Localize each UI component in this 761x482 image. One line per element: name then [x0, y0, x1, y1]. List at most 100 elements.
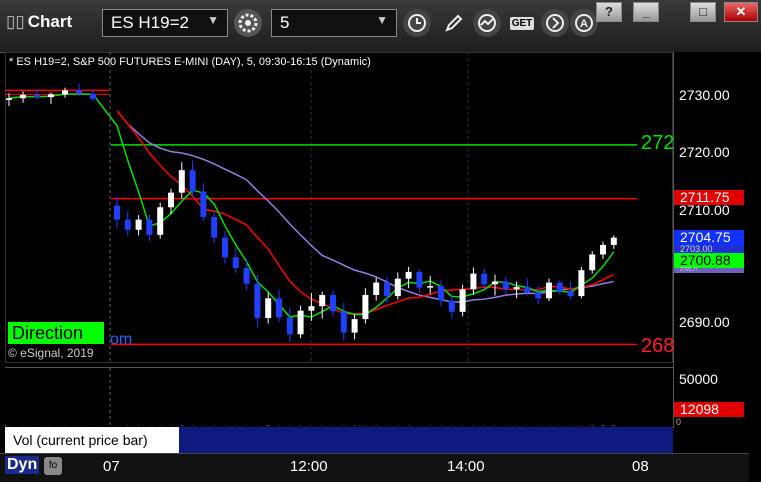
window-title: Chart	[27, 12, 73, 31]
candle-body	[76, 90, 82, 94]
candle-body	[384, 282, 390, 297]
candle-body	[373, 282, 380, 295]
red-ma-line	[116, 110, 615, 315]
candle-body	[448, 300, 455, 312]
candle-body	[513, 287, 520, 290]
candle-body	[481, 273, 488, 285]
candle-body	[340, 311, 347, 333]
candle-body	[427, 285, 434, 288]
copyright: © eSignal, 2019	[8, 346, 94, 360]
volume-zero-tick: 0	[676, 417, 682, 427]
candle-body	[232, 257, 239, 268]
candle-body	[124, 219, 131, 230]
price-chart[interactable]	[5, 52, 673, 363]
last-price-tag: 2704.75	[674, 230, 744, 245]
purple-ma-line	[116, 110, 614, 303]
interval-value: 5	[280, 13, 290, 32]
lock-icon[interactable]: fo	[44, 457, 62, 475]
candle-body	[459, 289, 466, 312]
get-icon[interactable]: GET	[507, 9, 537, 37]
candle-body	[243, 267, 250, 284]
candle-body	[394, 278, 401, 297]
candle-body	[178, 170, 185, 193]
candle-body	[438, 285, 444, 301]
green-ma-tag: 2700.88	[674, 253, 744, 268]
candle-body	[362, 294, 369, 320]
chevron-down-icon: ▼	[376, 13, 388, 27]
volume-current-tag: 12098	[674, 402, 744, 417]
candle-body	[330, 294, 336, 312]
maximize-button[interactable]: □	[690, 2, 716, 22]
right-edge	[749, 52, 761, 481]
app-title: ▯▯ Chart	[6, 12, 72, 32]
candle-body	[535, 292, 542, 299]
volume-label: Vol (current price bar)	[5, 427, 179, 453]
candle-body	[546, 282, 552, 299]
candle-body	[265, 298, 272, 318]
candle-body	[222, 237, 228, 258]
candle-body	[600, 244, 606, 255]
candle-body	[211, 216, 218, 238]
candle-body	[405, 271, 412, 279]
volume-panel[interactable]	[5, 367, 673, 428]
red-level-label: 268	[641, 335, 675, 357]
symbol-combo[interactable]: ES H19=2 ▼	[102, 9, 228, 37]
volume-plot	[5, 368, 615, 428]
y-tick: 2730.00	[679, 87, 730, 103]
candle-body	[286, 317, 293, 335]
volume-close-icon[interactable]: x	[171, 426, 178, 441]
green-level-label: 272	[641, 132, 675, 154]
y-tick: 2690.00	[679, 314, 730, 330]
direction-label[interactable]: Direction	[8, 322, 104, 344]
link-icon[interactable]	[541, 9, 569, 37]
study-icon[interactable]	[473, 9, 501, 37]
candle-body	[610, 237, 617, 245]
candle-body	[276, 298, 282, 318]
candle-body	[492, 281, 498, 285]
candle-body	[48, 94, 54, 98]
x-tick: 07	[103, 458, 120, 475]
candle-body	[254, 283, 261, 318]
alert-icon[interactable]: A	[570, 9, 598, 37]
price-plot	[5, 52, 637, 363]
candle-body	[34, 94, 40, 98]
candle-body	[578, 270, 585, 297]
candle-body	[157, 207, 164, 235]
dynamic-mode[interactable]: Dyn	[5, 456, 40, 474]
candle-body	[6, 98, 12, 100]
candle-body	[351, 319, 358, 333]
minimize-button[interactable]: _	[633, 2, 659, 22]
chevron-down-icon: ▼	[207, 13, 219, 27]
candle-body	[556, 282, 563, 292]
pencil-icon[interactable]	[440, 9, 468, 37]
candle-body	[146, 219, 153, 235]
symbol-value: ES H19=2	[111, 13, 189, 32]
x-tick: 12:00	[290, 458, 328, 475]
candle-body	[297, 310, 304, 335]
interval-combo[interactable]: 5 ▼	[271, 9, 397, 37]
overlay-text: om	[110, 331, 133, 348]
purple-ma-tag: 2700.77	[674, 268, 744, 273]
svg-text:A: A	[580, 18, 588, 30]
candle-body	[308, 306, 315, 311]
candle-body	[470, 273, 477, 290]
candle-body	[62, 90, 68, 95]
red-level-tag: 2711.75	[674, 190, 744, 205]
x-tick: 08	[632, 458, 649, 475]
clock-icon[interactable]	[403, 9, 431, 37]
candle-body	[524, 287, 531, 293]
candle-body	[319, 294, 326, 307]
candle-body	[502, 281, 509, 290]
close-button[interactable]: ✕	[724, 2, 758, 22]
green-ma-line	[8, 93, 615, 318]
candle-body	[567, 291, 574, 297]
candle-body	[200, 191, 207, 217]
candle-body	[589, 254, 596, 271]
x-tick: 14:00	[447, 458, 485, 475]
settings-gear-icon[interactable]	[234, 9, 262, 37]
candle-body	[168, 192, 174, 208]
candle-body	[135, 219, 142, 230]
help-button[interactable]: ?	[596, 2, 622, 22]
candle-body	[114, 205, 120, 220]
y-tick: 2720.00	[679, 144, 730, 160]
